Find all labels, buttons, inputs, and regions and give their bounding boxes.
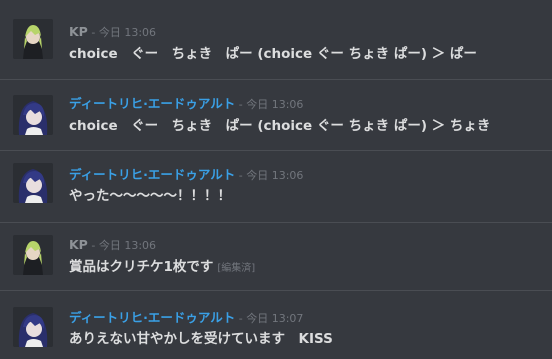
message-body: 賞品はクリチケ1枚です bbox=[69, 259, 214, 275]
message-text: 賞品はクリチケ1枚です [編集済] bbox=[69, 255, 255, 275]
ditrich-avatar-icon bbox=[13, 95, 53, 135]
kp-avatar[interactable] bbox=[13, 19, 53, 59]
edited-label: [編集済] bbox=[217, 263, 256, 274]
ditrich-avatar-icon bbox=[13, 307, 53, 347]
username[interactable]: ディートリヒ·エードゥアルト bbox=[69, 96, 235, 111]
username[interactable]: KP bbox=[69, 237, 88, 252]
kp-avatar-icon bbox=[13, 235, 53, 275]
message-text: choice ぐー ちょき ぱー (choice ぐー ちょき ぱー) ＞ ちょ… bbox=[69, 118, 491, 134]
timestamp: 今日 13:06 bbox=[98, 239, 157, 252]
message-text: ありえない甘やかしを受けています KISS bbox=[69, 331, 333, 347]
separator: - bbox=[235, 312, 247, 325]
timestamp: 今日 13:06 bbox=[246, 169, 304, 182]
separator: - bbox=[87, 26, 99, 39]
message: ディートリヒ·エードゥアルト - 今日 13:07 ありえない甘やかしを受けてい… bbox=[0, 290, 552, 359]
timestamp: 今日 13:06 bbox=[98, 26, 157, 39]
message: KP - 今日 13:06 賞品はクリチケ1枚です [編集済] bbox=[0, 222, 552, 290]
username[interactable]: ディートリヒ·エードゥアルト bbox=[69, 167, 235, 182]
kp-avatar[interactable] bbox=[13, 235, 53, 275]
ditrich-avatar[interactable] bbox=[13, 95, 53, 135]
message: ディートリヒ·エードゥアルト - 今日 13:06 やった〜〜〜〜〜！！！！ bbox=[0, 150, 552, 222]
message: KP - 今日 13:06 choice ぐー ちょき ぱー (choice ぐ… bbox=[0, 0, 552, 70]
username[interactable]: ディートリヒ·エードゥアルト bbox=[69, 310, 235, 325]
kp-avatar-icon bbox=[13, 19, 53, 59]
ditrich-avatar[interactable] bbox=[13, 163, 53, 203]
message-text: choice ぐー ちょき ぱー (choice ぐー ちょき ぱー) ＞ ぱー bbox=[69, 46, 477, 62]
timestamp: 今日 13:06 bbox=[246, 98, 304, 111]
separator: - bbox=[235, 169, 247, 182]
message-text: やった〜〜〜〜〜！！！！ bbox=[69, 188, 231, 204]
ditrich-avatar-icon bbox=[13, 163, 53, 203]
message: ディートリヒ·エードゥアルト - 今日 13:06 choice ぐー ちょき … bbox=[0, 79, 552, 149]
ditrich-avatar[interactable] bbox=[13, 307, 53, 347]
separator: - bbox=[87, 239, 99, 252]
timestamp: 今日 13:07 bbox=[246, 312, 304, 325]
username[interactable]: KP bbox=[69, 24, 88, 39]
separator: - bbox=[235, 98, 247, 111]
